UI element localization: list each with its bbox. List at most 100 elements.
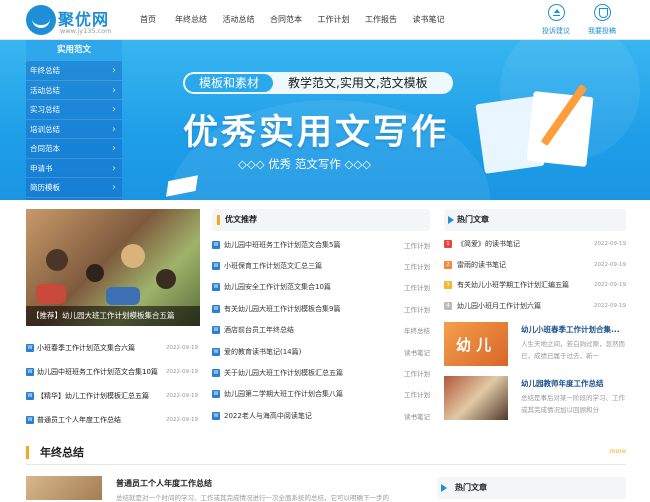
- list-item-title: 幼儿园第二学期大班工作计划合集八篇: [224, 390, 343, 399]
- site-logo[interactable]: 聚优网 www.jy135.com: [26, 5, 126, 37]
- feedback-label: 投诉建议: [542, 27, 570, 35]
- category-item-year-end[interactable]: 年终总结: [26, 61, 122, 81]
- hot-article-card[interactable]: 幼儿园教师年度工作总结 总结是事后对某一阶段的学习、工作或其完成情况加以回顾和分: [444, 376, 626, 422]
- list-item[interactable]: W 幼儿园中班班务工作计划范文合集10篇 2022-09-19: [26, 360, 200, 384]
- logo-url: www.jy135.com: [60, 27, 112, 35]
- doc-icon: W: [26, 344, 34, 352]
- list-item[interactable]: W 有关幼儿园大班工作计划模板合集9篇 工作计划: [212, 298, 430, 319]
- book-illustration: [470, 80, 600, 180]
- list-item-date: 2022-09-19: [166, 369, 198, 375]
- list-item-date: 2022-09-19: [166, 417, 198, 423]
- list-item[interactable]: W 2022老人与海高中阅读笔记 读书笔记: [212, 405, 430, 426]
- rank-badge: 4: [444, 301, 452, 310]
- hot-article-card[interactable]: 幼 儿 幼儿小班春季工作计划合集... 人生天地之间，若白驹过隙，忽然而已，成绩…: [444, 322, 626, 368]
- feedback-button[interactable]: 投诉建议: [536, 4, 576, 36]
- section-title: 优文推荐: [225, 215, 257, 224]
- list-item-category[interactable]: 读书笔记: [404, 411, 430, 421]
- main-nav: 首页 年终总结 活动总结 合同范本 工作计划 工作报告 读书笔记: [140, 14, 460, 25]
- submit-article-label: 我要投稿: [588, 27, 616, 35]
- banner-pill-right: 教学范文,实用文,范文模板: [288, 76, 428, 90]
- triangle-icon: [448, 216, 454, 224]
- article-thumbnail: [444, 376, 508, 420]
- banner-pill-left: 模板和素材: [185, 74, 273, 92]
- list-item[interactable]: W 普通员工个人年度工作总结 2022-09-19: [26, 408, 200, 432]
- list-item-title: 幼儿园安全工作计划范文集合10篇: [224, 283, 331, 292]
- list-item-category[interactable]: 工作计划: [404, 261, 430, 271]
- list-item[interactable]: 1 《简爱》的读书笔记 2022-09-19: [444, 234, 626, 255]
- category-menu: 实用范文 年终总结 活动总结 实习总结 培训总结 合同范本 申请书 简历模板: [26, 40, 122, 200]
- list-item[interactable]: W 幼儿园安全工作计划范文集合10篇 工作计划: [212, 277, 430, 298]
- triangle-icon: [441, 484, 447, 492]
- featured-article-image[interactable]: 【推荐】幼儿园大班工作计划模板集合五篇: [26, 209, 200, 326]
- list-item-category[interactable]: 年终总结: [404, 325, 430, 335]
- list-item[interactable]: 3 有关幼儿小班学期工作计划汇编五篇 2022-09-19: [444, 275, 626, 296]
- article-title[interactable]: 普通员工个人年度工作总结: [116, 478, 212, 489]
- list-item[interactable]: W 小班保育工作计划范文汇总三篇 工作计划: [212, 255, 430, 276]
- shield-icon: [593, 4, 611, 21]
- category-item-internship[interactable]: 实习总结: [26, 100, 122, 120]
- list-item-category[interactable]: 工作计划: [404, 282, 430, 292]
- site-header: 聚优网 www.jy135.com 首页 年终总结 活动总结 合同范本 工作计划…: [0, 0, 650, 40]
- list-item-category[interactable]: 工作计划: [404, 389, 430, 399]
- rank-badge: 3: [444, 281, 452, 290]
- nav-year-end-summary[interactable]: 年终总结: [175, 14, 207, 25]
- recommended-list: W 幼儿园中班班务工作计划范文合集5篇 工作计划 W 小班保育工作计划范文汇总三…: [212, 234, 430, 427]
- nav-contract-template[interactable]: 合同范本: [270, 14, 302, 25]
- category-item-application[interactable]: 申请书: [26, 159, 122, 178]
- list-item-date: 2022-09-19: [594, 302, 626, 309]
- submit-article-button[interactable]: 我要投稿: [582, 4, 622, 36]
- section-title: 热门文章: [457, 215, 489, 224]
- section-marker: [217, 215, 220, 225]
- list-item-title: 关于幼儿园大班工作计划模板汇总五篇: [224, 369, 343, 378]
- rank-badge: 1: [444, 240, 452, 249]
- list-item-title: 小班春季工作计划范文集合六篇: [37, 344, 135, 352]
- hot-section-header: 热门文章: [444, 209, 626, 231]
- category-item-activity[interactable]: 活动总结: [26, 81, 122, 100]
- list-item[interactable]: W 酒店前台员工年终总结 年终总结: [212, 320, 430, 341]
- category-item-training[interactable]: 培训总结: [26, 120, 122, 139]
- list-item[interactable]: 2 雷雨的读书笔记 2022-09-19: [444, 255, 626, 276]
- thumbnail-text: 幼 儿: [456, 336, 492, 354]
- list-item-title: 【精华】幼儿工作计划模板汇总五篇: [37, 392, 149, 400]
- list-item[interactable]: W 爱的教育读书笔记(14篇) 读书笔记: [212, 341, 430, 362]
- nav-home[interactable]: 首页: [140, 14, 156, 25]
- doc-icon: W: [212, 411, 220, 420]
- list-item-category[interactable]: 工作计划: [404, 240, 430, 250]
- book-page: [526, 91, 594, 167]
- list-item-category[interactable]: 工作计划: [404, 304, 430, 314]
- list-item[interactable]: 4 幼儿园小班月工作计划六篇 2022-09-19: [444, 296, 626, 317]
- article-thumbnail: 幼 儿: [444, 322, 508, 366]
- category-item-resume[interactable]: 简历模板: [26, 178, 122, 198]
- section-title: 热门文章: [455, 483, 487, 492]
- list-item[interactable]: W 关于幼儿园大班工作计划模板汇总五篇 工作计划: [212, 362, 430, 383]
- more-link[interactable]: more: [609, 447, 626, 455]
- list-item-date: 2022-09-19: [166, 345, 198, 351]
- list-item-title: 小班保育工作计划范文汇总三篇: [224, 262, 322, 271]
- list-item-title: 有关幼儿园大班工作计划模板合集9篇: [224, 304, 341, 313]
- list-item[interactable]: W 【精华】幼儿工作计划模板汇总五篇 2022-09-19: [26, 384, 200, 408]
- category-item-contract[interactable]: 合同范本: [26, 139, 122, 159]
- doc-icon: W: [212, 347, 220, 356]
- list-item-category[interactable]: 读书笔记: [404, 347, 430, 357]
- photo-detail: [36, 284, 66, 304]
- list-item-title: 幼儿园中班班务工作计划范文合集10篇: [37, 368, 158, 376]
- list-item-title: 爱的教育读书笔记(14篇): [224, 347, 302, 356]
- nav-work-report[interactable]: 工作报告: [365, 14, 397, 25]
- photo-detail: [86, 264, 104, 282]
- list-item[interactable]: W 幼儿园中班班务工作计划范文合集5篇 工作计划: [212, 234, 430, 255]
- doc-icon: W: [212, 262, 220, 271]
- list-item[interactable]: W 小班春季工作计划范文集合六篇 2022-09-19: [26, 336, 200, 360]
- list-item-date: 2022-09-19: [166, 393, 198, 399]
- doc-icon: W: [212, 240, 220, 249]
- nav-activity-summary[interactable]: 活动总结: [223, 14, 255, 25]
- card-title: 幼儿小班春季工作计划合集...: [521, 325, 620, 334]
- list-item-title: 幼儿园中班班务工作计划范文合集5篇: [224, 240, 341, 249]
- left-article-list: W 小班春季工作计划范文集合六篇 2022-09-19 W 幼儿园中班班务工作计…: [26, 336, 200, 432]
- list-item[interactable]: W 幼儿园第二学期大班工作计划合集八篇 工作计划: [212, 384, 430, 405]
- nav-work-plan[interactable]: 工作计划: [318, 14, 350, 25]
- list-item-title: 有关幼儿小班学期工作计划汇编五篇: [457, 281, 569, 290]
- list-item-category[interactable]: 工作计划: [404, 368, 430, 378]
- photo-detail: [106, 287, 140, 305]
- article-thumbnail[interactable]: [26, 476, 102, 500]
- nav-reading-notes[interactable]: 读书笔记: [413, 14, 445, 25]
